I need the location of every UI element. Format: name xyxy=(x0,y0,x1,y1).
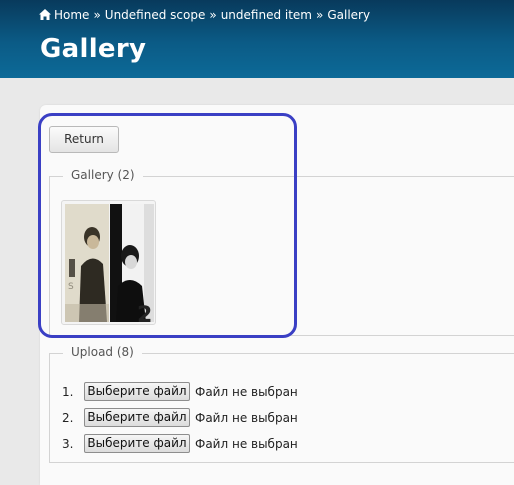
row-number: 2. xyxy=(62,411,74,425)
breadcrumb-separator: » xyxy=(93,8,101,22)
page-title: Gallery xyxy=(40,34,147,64)
choose-file-button[interactable]: Выберите файл xyxy=(84,382,190,401)
breadcrumb-separator: » xyxy=(209,8,217,22)
home-icon xyxy=(39,9,51,20)
breadcrumb-separator: » xyxy=(316,8,324,22)
file-status: Файл не выбран xyxy=(195,411,298,425)
file-status: Файл не выбран xyxy=(195,385,298,399)
breadcrumb-current: Gallery xyxy=(327,8,371,22)
choose-file-button[interactable]: Выберите файл xyxy=(84,408,190,427)
row-number: 1. xyxy=(62,385,74,399)
breadcrumb-scope[interactable]: Undefined scope xyxy=(105,8,206,22)
choose-file-button[interactable]: Выберите файл xyxy=(84,434,190,453)
row-number: 3. xyxy=(62,437,74,451)
breadcrumb-home[interactable]: Home xyxy=(54,8,89,22)
breadcrumb-item[interactable]: undefined item xyxy=(221,8,312,22)
selection-highlight xyxy=(38,113,297,338)
upload-legend: Upload (8) xyxy=(63,345,142,359)
breadcrumb: Home» Undefined scope» undefined item» Gall… xyxy=(39,8,370,22)
page-header: Home» Undefined scope» undefined item» Gall… xyxy=(0,0,514,78)
file-status: Файл не выбран xyxy=(195,437,298,451)
